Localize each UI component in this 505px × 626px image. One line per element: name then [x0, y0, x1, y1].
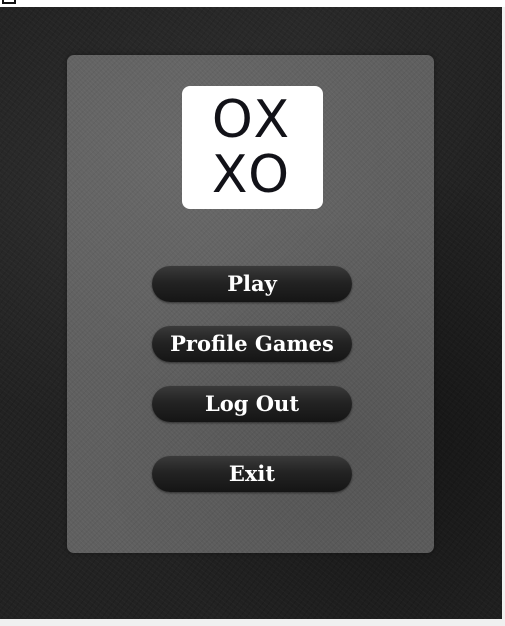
game-logo: OX XO — [182, 86, 323, 209]
log-out-button[interactable]: Log Out — [152, 386, 352, 422]
exit-button[interactable]: Exit — [152, 456, 352, 492]
profile-games-button[interactable]: Profile Games — [152, 326, 352, 362]
window-bottom-border — [0, 619, 505, 626]
logo-line-1: OX — [211, 90, 294, 150]
game-window: OX XO Play Profile Games Log Out Exit — [0, 0, 505, 626]
play-button[interactable]: Play — [152, 266, 352, 302]
logo-line-2: XO — [211, 145, 294, 205]
title-bar — [0, 0, 505, 7]
window-icon — [2, 0, 16, 4]
